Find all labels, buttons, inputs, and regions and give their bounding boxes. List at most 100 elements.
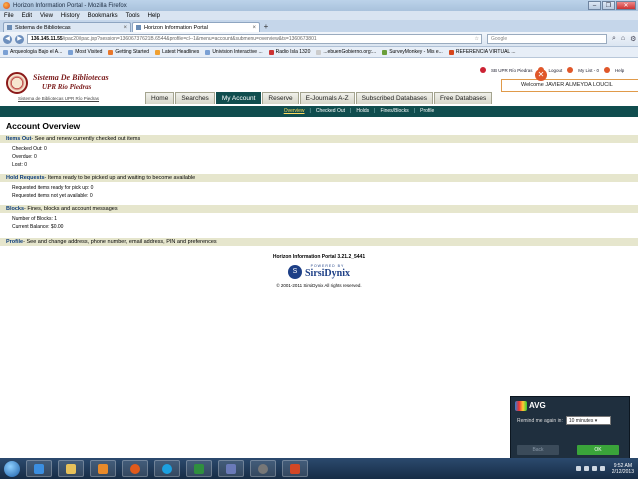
url-bar[interactable]: 136.145.11.55 /ipac20/ipac.jsp?session=1… — [27, 34, 482, 44]
forward-button[interactable]: ▶ — [15, 34, 24, 44]
tab-ejournals[interactable]: E-Journals A-Z — [299, 92, 355, 104]
volume-icon[interactable] — [599, 466, 605, 471]
tab-searches[interactable]: Searches — [175, 92, 215, 104]
bookmark-item[interactable]: Arqueología Bajo el A... — [3, 49, 62, 55]
bookmark-item[interactable]: ...ebuenGobierno.org:... — [316, 49, 376, 55]
current-balance: Current Balance: $0.00 — [12, 224, 64, 230]
window-title: Horizon Information Portal - Mozilla Fir… — [13, 2, 127, 9]
excel-icon — [194, 463, 204, 474]
my-list-link[interactable]: My List - 0 — [578, 68, 599, 73]
sirsidynix-brand: SirsiDynix — [304, 268, 350, 279]
menu-view[interactable]: View — [40, 13, 53, 19]
tab-sistema-bibliotecas[interactable]: Sistema de Bibliotecas × — [3, 22, 131, 32]
menu-bookmarks[interactable]: Bookmarks — [88, 13, 118, 19]
page-favicon-icon — [7, 25, 12, 30]
bookmark-item[interactable]: Getting Started — [108, 49, 149, 55]
menu-help[interactable]: Help — [148, 13, 160, 19]
subnav-overview[interactable]: Overview — [281, 106, 308, 117]
tab-home[interactable]: Home — [145, 92, 175, 104]
items-out-link[interactable]: Items Out — [6, 136, 31, 142]
bookmark-item[interactable]: Most Visited — [68, 49, 102, 55]
taskbar-media[interactable] — [90, 460, 116, 477]
tab-close-icon[interactable]: × — [123, 25, 127, 31]
new-tab-button[interactable]: + — [261, 22, 271, 32]
subnav-profile[interactable]: Profile — [417, 106, 437, 117]
menu-tools[interactable]: Tools — [126, 13, 140, 19]
account-subnav: Overview | Checked Out | Holds | Fines/B… — [0, 106, 638, 117]
back-button[interactable]: ◀ — [3, 34, 12, 44]
subnav-separator: | — [309, 108, 311, 114]
bookmark-item[interactable]: REFERENCIA VIRTUAL ... — [448, 49, 516, 55]
tab-subscribed-databases[interactable]: Subscribed Databases — [355, 92, 434, 104]
remind-interval-select[interactable]: 10 minutes ▾ — [565, 416, 611, 425]
clock-date: 2/12/2013 — [611, 468, 634, 475]
help-link[interactable]: Help — [615, 68, 624, 73]
skype-icon — [162, 463, 172, 474]
logout-link[interactable]: Logout — [549, 68, 563, 73]
holds-header: Hold Requests- Items ready to be picked … — [0, 174, 638, 182]
library-link[interactable]: SB UPR Río Piedras — [491, 68, 533, 73]
close-window-button[interactable]: ✕ — [616, 1, 636, 10]
taskbar-powerpoint[interactable] — [282, 460, 308, 477]
bookmarks-bar: Arqueología Bajo el A... Most Visited Ge… — [0, 47, 638, 58]
menu-history[interactable]: History — [61, 13, 80, 19]
taskbar-ie[interactable] — [26, 460, 52, 477]
window-titlebar: Horizon Information Portal - Mozilla Fir… — [0, 0, 638, 11]
blocks-link[interactable]: Blocks — [6, 206, 24, 212]
page-title: Account Overview — [6, 121, 81, 131]
subnav-checked-out[interactable]: Checked Out — [313, 106, 348, 117]
system-tray: 9:52 AM 2/12/2013 — [575, 463, 638, 475]
avg-buttons: Back OK — [517, 445, 619, 455]
bookmark-label: Most Visited — [75, 49, 103, 55]
tray-icon[interactable] — [575, 466, 581, 471]
avg-ok-button[interactable]: OK — [577, 445, 619, 455]
minimize-button[interactable]: – — [588, 1, 601, 10]
network-icon[interactable] — [591, 466, 597, 471]
avg-back-button[interactable]: Back — [517, 445, 559, 455]
taskbar-excel[interactable] — [186, 460, 212, 477]
profile-description: - See and change address, phone number, … — [23, 239, 217, 245]
subnav-fines-blocks[interactable]: Fines/Blocks — [377, 106, 411, 117]
browser-tab-bar: Sistema de Bibliotecas × Horizon Informa… — [0, 20, 638, 32]
close-icon[interactable]: ✕ — [535, 69, 547, 81]
bookmark-item[interactable]: Univision Interactive ... — [205, 49, 263, 55]
search-input[interactable]: Google — [487, 34, 607, 44]
items-out-header: Items Out- See and renew currently check… — [0, 135, 638, 143]
menu-edit[interactable]: Edit — [22, 13, 32, 19]
maximize-button[interactable]: ❐ — [602, 1, 615, 10]
bookmark-item[interactable]: Radio Isla 1320 — [268, 49, 310, 55]
system-clock[interactable]: 9:52 AM 2/12/2013 — [612, 463, 634, 475]
blocks-header: Blocks- Fines, blocks and account messag… — [0, 205, 638, 213]
tab-free-databases[interactable]: Free Databases — [434, 92, 493, 104]
bookmark-item[interactable]: SurveyMonkey - Mis e... — [382, 49, 443, 55]
search-icon[interactable]: ⌕ — [612, 35, 616, 43]
profile-link[interactable]: Profile — [6, 239, 23, 245]
bookmark-icon — [382, 49, 388, 55]
bookmark-item[interactable]: Latest Headlines — [155, 49, 199, 55]
welcome-message: Welcome JAVIER ALMEYDA LOUCIL — [501, 79, 638, 92]
home-icon[interactable]: ⌂ — [621, 35, 625, 43]
taskbar-webcam[interactable] — [250, 460, 276, 477]
menu-file[interactable]: File — [4, 13, 14, 19]
taskbar-skype[interactable] — [154, 460, 180, 477]
taskbar-firefox[interactable] — [122, 460, 148, 477]
start-button[interactable] — [4, 460, 20, 477]
taskbar-app[interactable] — [218, 460, 244, 477]
subnav-separator: | — [350, 108, 352, 114]
bookmark-star-icon[interactable]: ☆ — [475, 36, 479, 42]
tab-close-icon[interactable]: × — [252, 25, 256, 31]
sirsidynix-logo-icon: S — [287, 264, 302, 279]
taskbar-explorer[interactable] — [58, 460, 84, 477]
tab-reserve[interactable]: Reserve — [262, 92, 299, 104]
logo-link[interactable]: Sistema de Bibliotecas UPR Río Piedras — [18, 96, 99, 101]
bookmark-icon — [316, 49, 322, 55]
rss-icon — [155, 49, 161, 55]
tray-icon[interactable] — [583, 466, 589, 471]
hold-requests-link[interactable]: Hold Requests — [6, 175, 45, 181]
tab-horizon-portal[interactable]: Horizon Information Portal × — [132, 22, 260, 32]
bookmark-icon — [448, 49, 454, 55]
powered-by: S POWERED BY SirsiDynix — [0, 264, 638, 279]
tab-my-account[interactable]: My Account — [215, 92, 262, 104]
subnav-holds[interactable]: Holds — [353, 106, 372, 117]
settings-icon[interactable]: ⚙ — [630, 35, 636, 43]
